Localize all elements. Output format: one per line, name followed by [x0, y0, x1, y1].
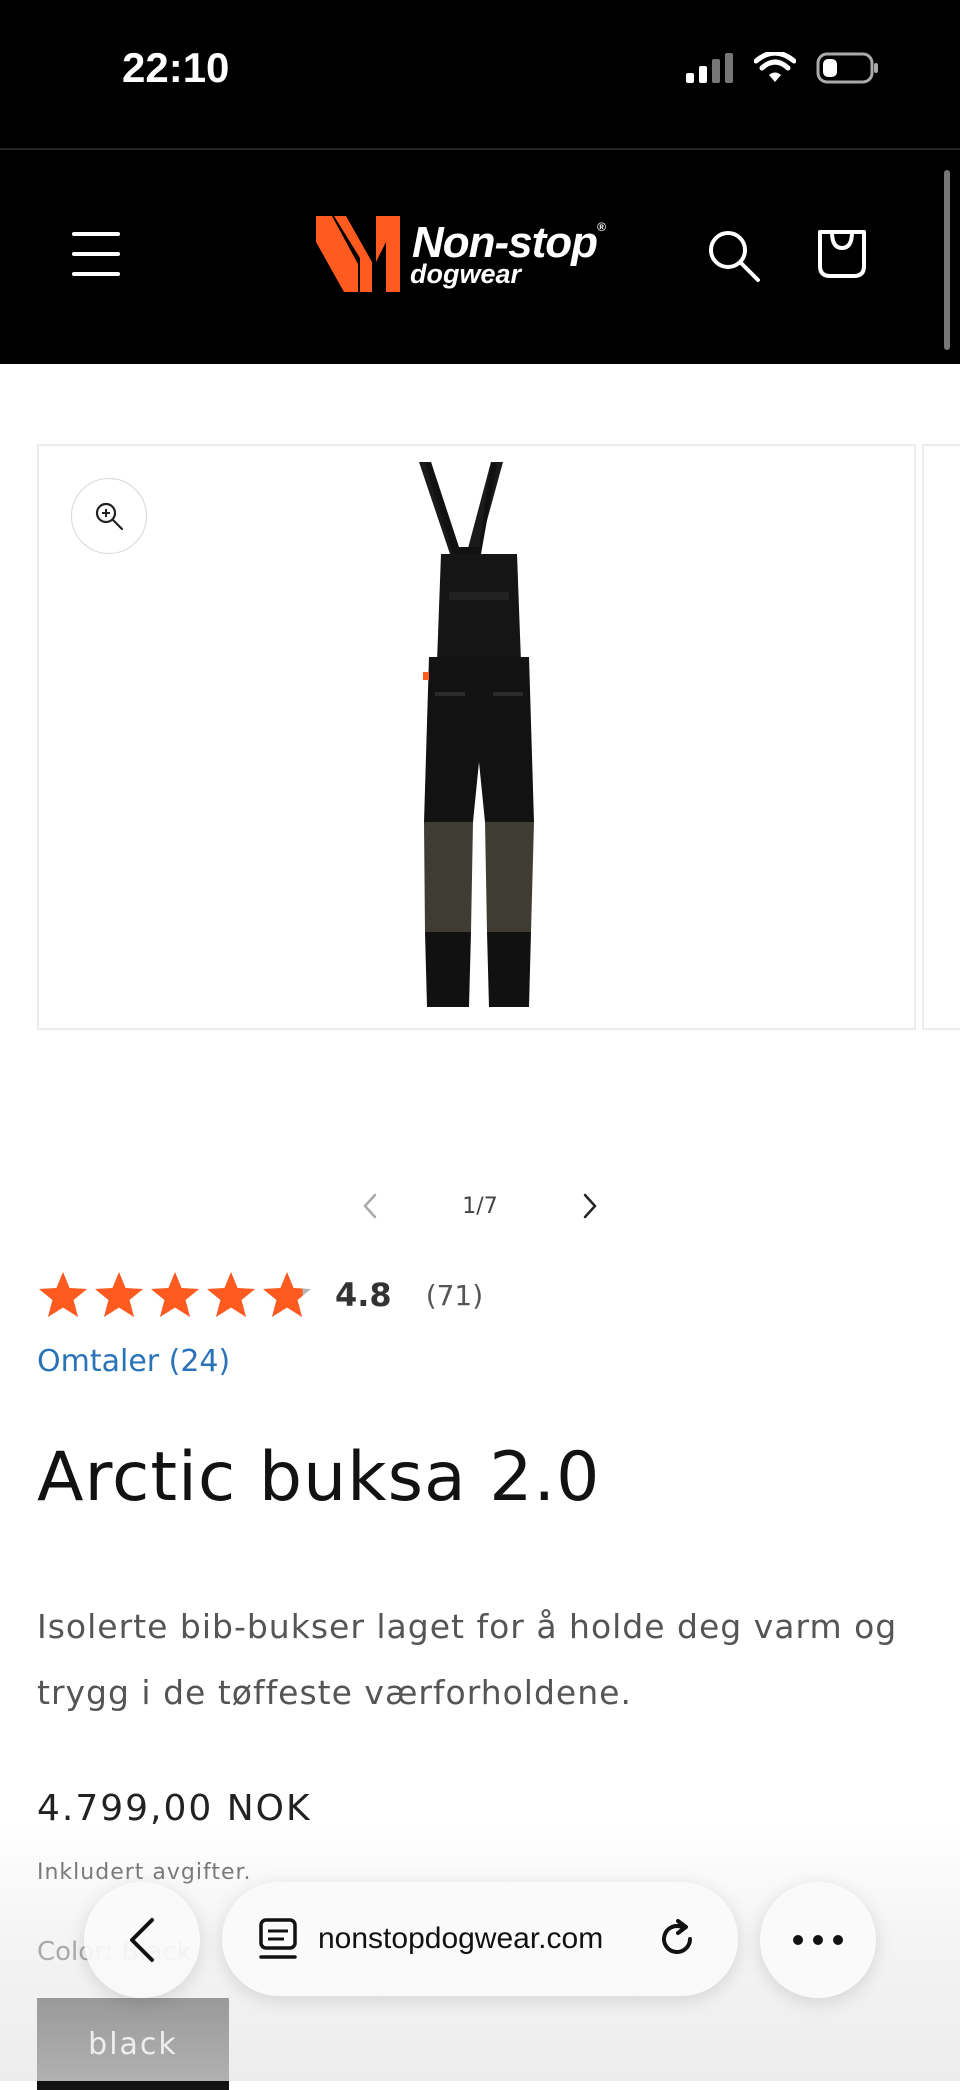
- chevron-left-icon[interactable]: [360, 1191, 380, 1221]
- status-time: 22:10: [122, 44, 230, 91]
- menu-button[interactable]: [72, 232, 120, 276]
- brand-logo[interactable]: Non-stop® dogwear: [316, 212, 606, 296]
- star-icon: [207, 1272, 255, 1317]
- product-image-frame[interactable]: [37, 444, 916, 1030]
- site-header: Non-stop® dogwear: [0, 150, 960, 364]
- back-icon: [130, 1918, 154, 1962]
- tabs-icon[interactable]: [258, 1917, 298, 1961]
- rating-score: 4.8: [335, 1276, 392, 1314]
- star-icon: [151, 1272, 199, 1317]
- cart-icon: [818, 230, 866, 278]
- url-text[interactable]: nonstopdogwear.com: [318, 1922, 638, 1956]
- signal-icon: [686, 53, 733, 83]
- rating-stars: [37, 1270, 313, 1320]
- product-title: Arctic buksa 2.0: [37, 1438, 601, 1517]
- battery-icon: [816, 52, 878, 84]
- product-image: [419, 462, 534, 1007]
- star-icon: [39, 1272, 87, 1317]
- menu-icon: [72, 232, 120, 236]
- product-rating[interactable]: 4.8 (71): [37, 1270, 483, 1320]
- product-price: 4.799,00 NOK: [37, 1788, 312, 1829]
- brand-mark-icon: [316, 216, 400, 292]
- wifi-icon: [754, 52, 796, 82]
- search-icon: [709, 231, 760, 282]
- reload-icon[interactable]: [656, 1917, 700, 1961]
- status-bar: 22:10: [0, 0, 960, 148]
- image-counter: 1/7: [462, 1193, 498, 1219]
- next-image-frame[interactable]: [922, 444, 960, 1030]
- variant-black-button[interactable]: black: [37, 1998, 229, 2090]
- address-bar[interactable]: nonstopdogwear.com: [222, 1882, 738, 1996]
- gallery-pager: 1/7: [360, 1186, 600, 1226]
- star-icon: [263, 1272, 311, 1317]
- browser-back-button[interactable]: [84, 1882, 200, 1998]
- zoom-icon: [95, 502, 124, 531]
- product-description: Isolerte bib-bukser laget for å holde de…: [37, 1607, 898, 1712]
- chevron-right-icon[interactable]: [580, 1191, 600, 1221]
- search-button[interactable]: [706, 228, 762, 284]
- star-icon: [95, 1272, 143, 1317]
- reviews-link[interactable]: Omtaler (24): [37, 1344, 230, 1379]
- status-icons: [686, 52, 880, 84]
- more-button[interactable]: [760, 1882, 876, 1998]
- scrollbar[interactable]: [944, 170, 950, 350]
- more-icon: [793, 1935, 843, 1945]
- cart-button[interactable]: [814, 226, 870, 282]
- zoom-button[interactable]: [71, 478, 147, 554]
- rating-count: (71): [425, 1278, 484, 1312]
- brand-wordmark: Non-stop® dogwear: [410, 217, 606, 289]
